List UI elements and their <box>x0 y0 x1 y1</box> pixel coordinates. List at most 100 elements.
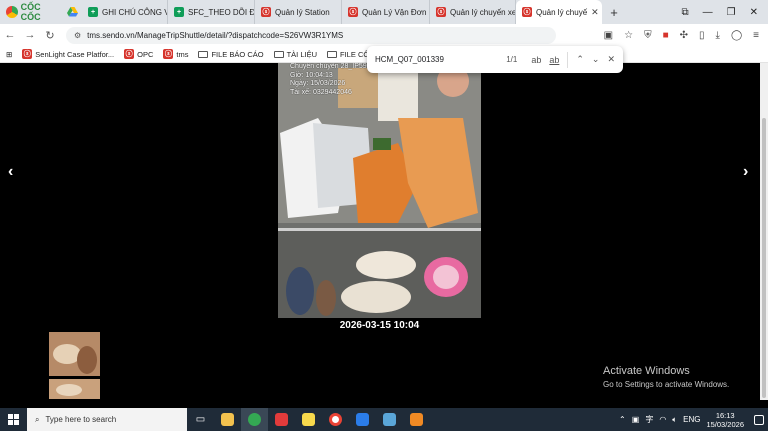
watermark-subtitle: Go to Settings to activate Windows. <box>603 380 730 389</box>
bookmark-tai-lieu[interactable]: TÀI LIỆU <box>273 49 318 59</box>
page-content: ‹ › Chuyến chuyển 28_IP59 Giờ: 10:04:13 <box>0 63 760 400</box>
forward-icon[interactable]: → <box>20 29 40 41</box>
sidebar-icon[interactable]: ▯ <box>699 30 705 41</box>
overlay-line: Giờ: 10:04:13 <box>290 71 333 79</box>
match-case-toggle[interactable]: ab <box>531 55 541 65</box>
bookmark-file-bao-cao[interactable]: FILE BÁO CÁO <box>198 50 264 59</box>
tab-quan-ly-station[interactable]: ⓢ Quản lý Station <box>255 0 342 24</box>
windows-taskbar: ⌕ Type here to search ▭ ⌃ ▣ 字 ◠ 🔈︎ ENG 1… <box>0 408 768 431</box>
site-info-icon[interactable]: ⚙ <box>74 31 81 40</box>
photo-timestamp: 2026-03-15 10:04 <box>339 320 420 331</box>
language-indicator[interactable]: ENG <box>683 415 700 424</box>
tray-app-icon[interactable]: ▣ <box>632 415 640 424</box>
tab-label: SFC_THEO DÕI ĐỔI <box>188 7 255 17</box>
find-separator <box>567 51 569 68</box>
trip-photo: Chuyến chuyển 28_IP59 Giờ: 10:04:13 Ngày… <box>278 63 481 318</box>
photo-overlay-text: Chuyến chuyển 28_IP59 Giờ: 10:04:13 Ngày… <box>290 63 367 97</box>
menu-icon[interactable]: ≡ <box>753 30 759 41</box>
bookmark-opc[interactable]: ⓢ OPC <box>124 49 153 59</box>
tab-label: GHI CHÚ CÔNG VIỆ <box>102 7 167 17</box>
bookmark-star-icon[interactable]: ☆ <box>624 30 633 41</box>
zalo-icon[interactable] <box>349 408 376 431</box>
tab-quan-ly-chuyen-active[interactable]: ⓢ Quản lý chuyế ✕ <box>516 0 602 24</box>
sendo-icon: ⓢ <box>124 49 135 59</box>
scrollbar-thumb[interactable] <box>762 118 766 398</box>
chrome-icon[interactable] <box>322 408 349 431</box>
close-window-icon[interactable]: ✕ <box>750 7 758 18</box>
notifications-icon[interactable] <box>754 414 764 425</box>
sheets-icon: + <box>174 7 184 17</box>
tab-quan-ly-chuyen-xe[interactable]: ⓢ Quản lý chuyến xe <box>430 0 516 24</box>
page-scrollbar[interactable] <box>760 63 768 400</box>
file-explorer-icon[interactable] <box>214 408 241 431</box>
volume-icon[interactable]: 🔈︎ <box>672 415 677 425</box>
bookmark-label: SenLight Case Platfor... <box>35 49 115 59</box>
sendo-icon: ⓢ <box>348 7 358 17</box>
find-next-icon[interactable]: ⌄ <box>592 54 600 65</box>
whole-word-toggle[interactable]: ab <box>549 55 559 65</box>
reload-icon[interactable]: ↻ <box>40 29 60 42</box>
browser-logo[interactable]: CỐC CỐC <box>0 2 62 22</box>
google-drive-icon[interactable] <box>66 7 78 17</box>
window-controls: ⧉ — ❐ ✕ <box>682 7 768 18</box>
shield-icon[interactable]: ⛨ <box>644 30 652 41</box>
find-match-count: 1/1 <box>506 55 518 64</box>
wps-office-icon[interactable] <box>268 408 295 431</box>
find-in-page-icon[interactable]: ▣ <box>604 30 613 41</box>
apps-grid-icon[interactable]: ⊞ <box>6 50 12 59</box>
watermark-title: Activate Windows <box>603 365 690 377</box>
extensions-puzzle-icon[interactable]: ✣ <box>680 30 688 41</box>
app-blue-icon[interactable] <box>376 408 403 431</box>
clock-time: 16:13 <box>715 410 735 420</box>
tab-label: Quản Lý Vận Đơn C <box>362 7 430 17</box>
tab-ghi-chu[interactable]: + GHI CHÚ CÔNG VIỆ <box>82 0 168 24</box>
sendo-icon: ⓢ <box>522 7 532 17</box>
minimize-icon[interactable]: — <box>703 7 713 18</box>
find-input[interactable]: HCM_Q07_001339 <box>375 55 498 64</box>
tray-chevron-icon[interactable]: ⌃ <box>619 415 626 424</box>
bookmark-senlight[interactable]: ⓢ SenLight Case Platfor... <box>22 49 114 59</box>
url-text: tms.sendo.vn/ManageTripShuttle/detail/?d… <box>87 30 344 40</box>
taskbar-clock[interactable]: 16:13 15/03/2026 <box>706 411 744 429</box>
toolbar-icons: ▣ ☆ ⛨ ■ ✣ ▯ ⤓ ◯ ≡ <box>604 30 768 41</box>
bookmark-label: TÀI LIỆU <box>286 49 318 59</box>
app-orange-icon[interactable] <box>403 408 430 431</box>
photo-thumbnail[interactable] <box>49 332 100 399</box>
sendo-icon: ⓢ <box>261 7 271 17</box>
windows-start-icon[interactable] <box>0 414 27 425</box>
restore-icon[interactable]: ❐ <box>727 7 736 18</box>
system-tray: ⌃ ▣ 字 ◠ 🔈︎ ENG 16:13 15/03/2026 <box>619 411 768 429</box>
sheets-icon: + <box>88 7 98 17</box>
activate-windows-watermark: Activate Windows Go to Settings to activ… <box>603 365 729 389</box>
profile-icon[interactable]: ◯ <box>731 30 742 41</box>
task-view-icon[interactable]: ▭ <box>187 408 214 431</box>
bookmark-label: tms <box>176 49 189 59</box>
download-icon[interactable]: ⤓ <box>716 30 720 41</box>
taskbar-search-box[interactable]: ⌕ Type here to search <box>27 408 187 431</box>
bookmark-tms[interactable]: ⓢ tms <box>163 49 188 59</box>
browser-tab-bar: CỐC CỐC + GHI CHÚ CÔNG VIỆ + SFC_THEO DÕ… <box>0 0 768 24</box>
folder-icon <box>198 50 209 58</box>
search-icon: ⌕ <box>35 414 40 424</box>
sendo-icon: ⓢ <box>163 49 174 59</box>
folder-icon <box>327 50 338 58</box>
address-bar[interactable]: ⚙ tms.sendo.vn/ManageTripShuttle/detail/… <box>66 26 556 44</box>
coccoc-browser-taskbar-icon[interactable] <box>241 408 268 431</box>
next-image-arrow[interactable]: › <box>743 163 748 181</box>
overlay-line: Chuyến chuyển 28_IP59 <box>290 63 367 70</box>
back-icon[interactable]: ← <box>0 29 20 41</box>
find-previous-icon[interactable]: ⌃ <box>576 54 584 65</box>
tab-search-icon[interactable]: ⧉ <box>682 7 689 18</box>
extension-red-icon[interactable]: ■ <box>663 30 669 41</box>
prev-image-arrow[interactable]: ‹ <box>8 163 13 181</box>
logo-text: CỐC CỐC <box>20 2 41 22</box>
network-icon[interactable]: ◠ <box>659 415 666 424</box>
tab-sfc[interactable]: + SFC_THEO DÕI ĐỔI <box>168 0 255 24</box>
sticky-notes-icon[interactable] <box>295 408 322 431</box>
new-tab-button[interactable]: + <box>602 5 626 20</box>
tab-quan-ly-van-don[interactable]: ⓢ Quản Lý Vận Đơn C <box>342 0 430 24</box>
input-method-icon[interactable]: 字 <box>645 414 653 425</box>
find-close-icon[interactable]: ✕ <box>607 54 615 65</box>
close-tab-icon[interactable]: ✕ <box>591 7 599 18</box>
overlay-line: Tài xế: 0329442046 <box>290 88 352 96</box>
